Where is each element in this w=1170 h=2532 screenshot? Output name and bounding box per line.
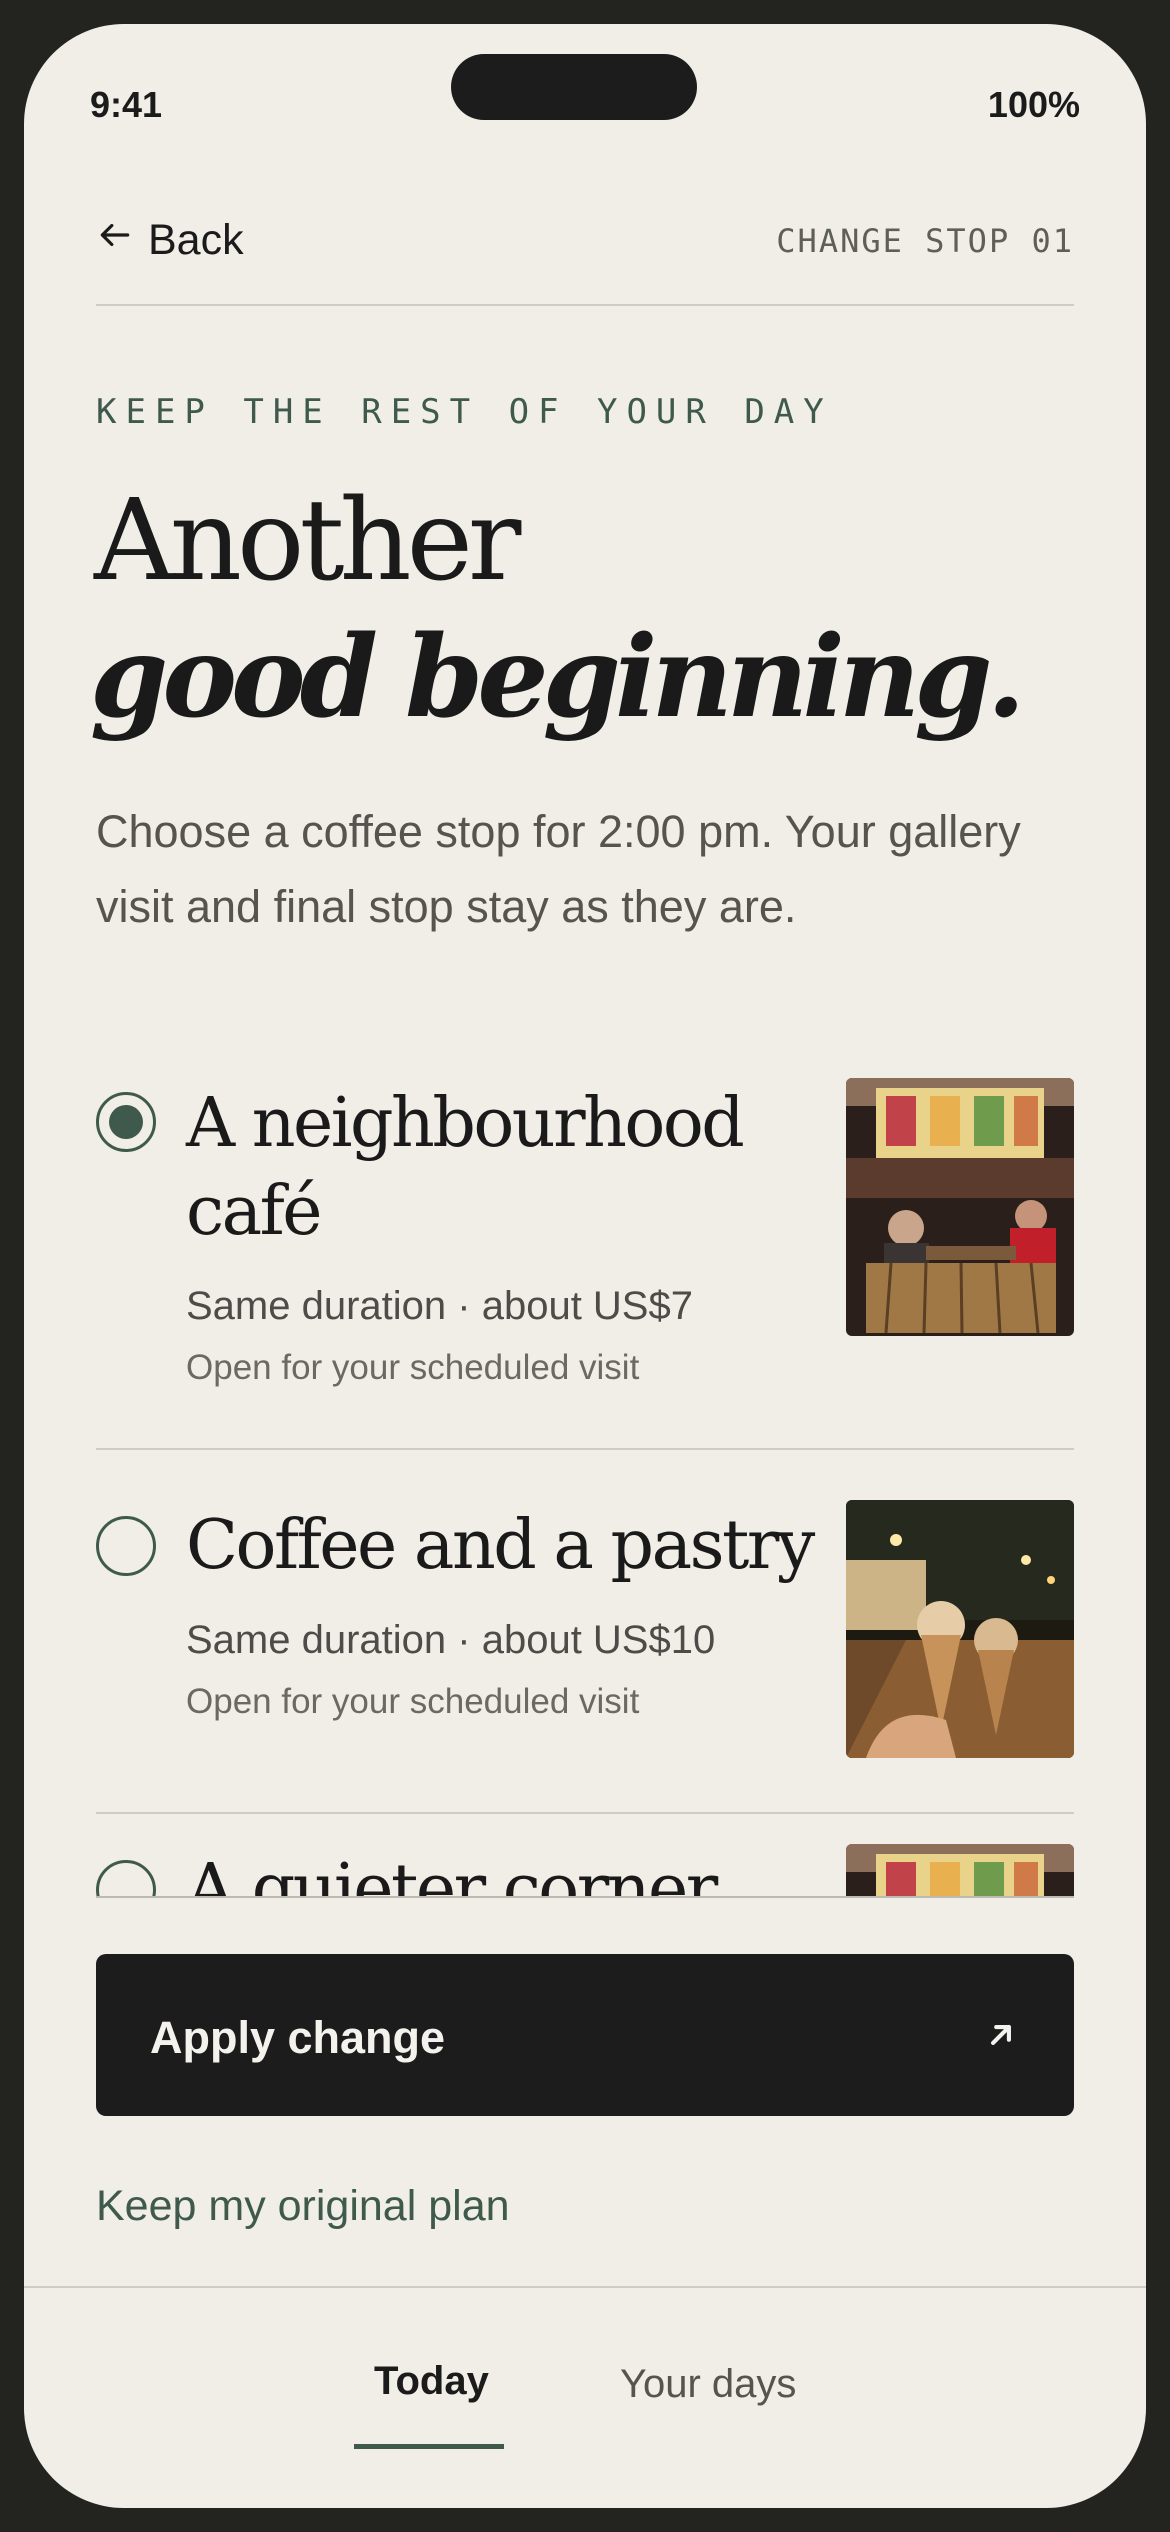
radio-dot: [109, 1105, 143, 1139]
intro-text: Choose a coffee stop for 2:00 pm. Your g…: [96, 806, 1021, 932]
page-title-line-2: good beginning.: [90, 612, 1026, 743]
ice-cream-street-image: [846, 1500, 1074, 1758]
scroll-fade-line: [96, 1896, 1074, 1898]
eyebrow: KEEP THE REST OF YOUR DAY: [96, 392, 833, 432]
option-quieter-corner[interactable]: A quieter corner: [96, 1814, 1074, 1896]
device-frame: 9:41 100% Back CHANGE STOP 01 KEEP THE R…: [0, 0, 1170, 2532]
option-title-line-1: A neighbourhood: [186, 1084, 745, 1163]
page-title-line-1: Another: [94, 476, 521, 606]
option-coffee-and-pastry[interactable]: Coffee and a pastry Same duration · abou…: [96, 1450, 1074, 1814]
dynamic-island: [451, 54, 697, 120]
screen: 9:41 100% Back CHANGE STOP 01 KEEP THE R…: [24, 24, 1146, 2508]
options-list[interactable]: A neighbourhood café Same duration · abo…: [96, 1046, 1074, 1896]
option-neighbourhood-cafe[interactable]: A neighbourhood café Same duration · abo…: [96, 1046, 1074, 1450]
option-meta: Same duration · about US$10: [186, 1618, 716, 1662]
radio-unselected[interactable]: [96, 1516, 156, 1576]
tab-your-days[interactable]: Your days: [620, 2362, 796, 2407]
option-title: A quieter corner: [186, 1850, 718, 1896]
cafe-terrace-image: [846, 1844, 1074, 1896]
back-label: Back: [148, 216, 244, 264]
radio-selected[interactable]: [96, 1092, 156, 1152]
option-title-line-2: café: [186, 1172, 323, 1251]
divider: [96, 304, 1074, 306]
step-label: CHANGE STOP 01: [776, 222, 1074, 260]
cafe-terrace-image: [846, 1078, 1074, 1336]
active-tab-indicator: [354, 2444, 504, 2449]
status-time: 9:41: [90, 84, 163, 125]
apply-change-label: Apply change: [150, 2012, 446, 2063]
status-battery: 100%: [987, 84, 1080, 125]
radio-unselected[interactable]: [96, 1860, 156, 1896]
tabbar-divider: [24, 2286, 1146, 2288]
option-title: Coffee and a pastry: [186, 1506, 815, 1585]
keep-original-plan-link[interactable]: Keep my original plan: [96, 2182, 510, 2231]
option-sub: Open for your scheduled visit: [186, 1682, 640, 1721]
back-button[interactable]: Back: [96, 216, 244, 265]
tab-today[interactable]: Today: [374, 2359, 489, 2404]
option-sub: Open for your scheduled visit: [186, 1348, 640, 1387]
option-meta: Same duration · about US$7: [186, 1284, 693, 1328]
arrow-left-icon: [96, 216, 134, 265]
apply-change-button[interactable]: Apply change: [96, 1954, 1074, 2116]
